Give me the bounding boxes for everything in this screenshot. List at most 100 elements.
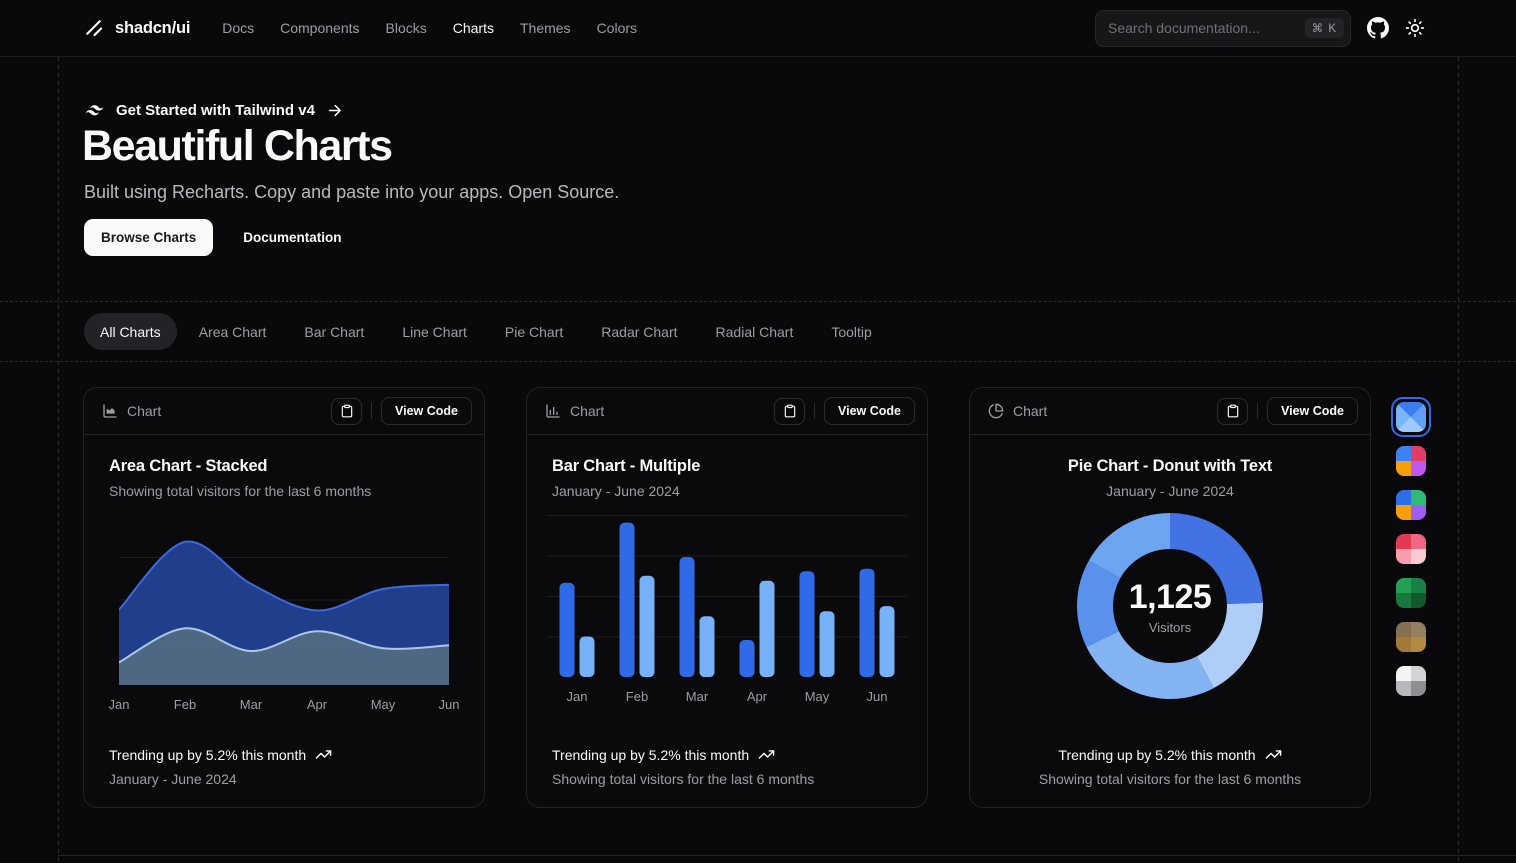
- x-axis-label: Mar: [240, 697, 262, 712]
- toolbar-divider: [371, 403, 372, 419]
- donut-chart-plot: 1,125 Visitors: [1075, 511, 1265, 701]
- tab-line-chart[interactable]: Line Chart: [386, 313, 483, 350]
- card-footer: Trending up by 5.2% this month Showing t…: [552, 746, 902, 787]
- card-toolbar: Chart View Code: [84, 388, 484, 435]
- tab-bar-chart[interactable]: Bar Chart: [288, 313, 380, 350]
- footer-secondary-text: Showing total visitors for the last 6 mo…: [995, 771, 1345, 787]
- chart-area-icon: [102, 403, 118, 419]
- nav-item-charts[interactable]: Charts: [453, 20, 494, 36]
- tab-radar-chart[interactable]: Radar Chart: [585, 313, 693, 350]
- chart-subtitle: Showing total visitors for the last 6 mo…: [109, 483, 459, 499]
- x-axis-label: Apr: [747, 689, 767, 704]
- arrow-right-icon: [326, 102, 343, 119]
- x-axis-label: Feb: [626, 689, 648, 704]
- left-dashed-rail: [58, 57, 59, 863]
- brand-name: shadcn/ui: [115, 19, 190, 38]
- theme-swatch-amber[interactable]: [1396, 622, 1426, 652]
- page-title: Beautiful Charts: [82, 122, 392, 171]
- theme-swatch-rose[interactable]: [1396, 534, 1426, 564]
- page-subtitle: Built using Recharts. Copy and paste int…: [84, 182, 619, 203]
- card-body: Bar Chart - Multiple January - June 2024…: [527, 435, 927, 807]
- card-toolbar: Chart View Code: [970, 388, 1370, 435]
- nav-item-docs[interactable]: Docs: [222, 20, 254, 36]
- x-axis-label: Feb: [174, 697, 196, 712]
- chart-subtitle: January - June 2024: [552, 483, 902, 499]
- clipboard-icon: [783, 404, 797, 418]
- toolbar-actions: View Code: [1217, 397, 1358, 425]
- banner-text: Get Started with Tailwind v4: [116, 102, 315, 119]
- view-code-button[interactable]: View Code: [1267, 397, 1358, 425]
- bar-chart-card: Chart View Code Bar Chart - Multiple Jan…: [526, 387, 928, 808]
- clipboard-icon: [1226, 404, 1240, 418]
- tab-tooltip[interactable]: Tooltip: [815, 313, 887, 350]
- chart-title: Area Chart - Stacked: [109, 457, 459, 476]
- chart-pie-icon: [988, 403, 1004, 419]
- theme-swatch-colorful-green[interactable]: [1396, 490, 1426, 520]
- search-input[interactable]: Search documentation... ⌘ K: [1095, 10, 1351, 47]
- card-toolbar: Chart View Code: [527, 388, 927, 435]
- card-body: Area Chart - Stacked Showing total visit…: [84, 435, 484, 807]
- card-footer: Trending up by 5.2% this month Showing t…: [995, 746, 1345, 787]
- search-shortcut-kbd: ⌘ K: [1305, 18, 1344, 38]
- trending-up-icon: [315, 746, 332, 763]
- chart-cards: Chart View Code Area Chart - Stacked Sho…: [83, 387, 1371, 808]
- tailwind-icon: [84, 100, 105, 121]
- theme-toggle-sun-icon[interactable]: [1405, 18, 1425, 38]
- x-axis-label: Jan: [109, 697, 130, 712]
- x-axis-label: Mar: [686, 689, 708, 704]
- donut-total-label: Visitors: [1149, 620, 1191, 635]
- copy-code-button[interactable]: [331, 398, 362, 425]
- x-axis-label: May: [805, 689, 830, 704]
- view-code-button[interactable]: View Code: [381, 397, 472, 425]
- right-dashed-rail: [1458, 57, 1459, 863]
- theme-swatch-green[interactable]: [1396, 578, 1426, 608]
- top-nav: shadcn/ui Docs Components Blocks Charts …: [0, 0, 1516, 57]
- shadcn-logo-icon: [84, 18, 105, 39]
- bottom-divider: [58, 855, 1516, 856]
- card-toolbar-label: Chart: [1013, 403, 1047, 419]
- area-chart-plot: JanFebMarAprMayJun: [119, 515, 449, 714]
- toolbar-divider: [814, 403, 815, 419]
- card-toolbar-label: Chart: [127, 403, 161, 419]
- github-icon[interactable]: [1367, 17, 1389, 39]
- chart-category-tabs: All Charts Area Chart Bar Chart Line Cha…: [0, 301, 1516, 362]
- x-axis-label: May: [371, 697, 396, 712]
- tab-area-chart[interactable]: Area Chart: [183, 313, 283, 350]
- copy-code-button[interactable]: [1217, 398, 1248, 425]
- trend-text: Trending up by 5.2% this month: [1058, 747, 1255, 763]
- view-code-button[interactable]: View Code: [824, 397, 915, 425]
- theme-swatch-colorful[interactable]: [1396, 446, 1426, 476]
- documentation-button[interactable]: Documentation: [227, 219, 357, 256]
- browse-charts-button[interactable]: Browse Charts: [84, 219, 213, 256]
- nav-item-colors[interactable]: Colors: [597, 20, 637, 36]
- brand[interactable]: shadcn/ui: [84, 18, 190, 39]
- tab-all-charts[interactable]: All Charts: [84, 313, 177, 350]
- chart-column-icon: [545, 403, 561, 419]
- footer-secondary-text: January - June 2024: [109, 771, 459, 787]
- chart-title: Bar Chart - Multiple: [552, 457, 902, 476]
- card-toolbar-label: Chart: [570, 403, 604, 419]
- nav-links: Docs Components Blocks Charts Themes Col…: [222, 20, 637, 36]
- bar-chart-plot: JanFebMarAprMayJun: [547, 515, 907, 706]
- theme-swatch-blue[interactable]: [1396, 402, 1426, 432]
- nav-item-blocks[interactable]: Blocks: [386, 20, 427, 36]
- chart-title: Pie Chart - Donut with Text: [1068, 457, 1272, 476]
- tab-pie-chart[interactable]: Pie Chart: [489, 313, 579, 350]
- search-placeholder: Search documentation...: [1108, 20, 1260, 36]
- nav-item-themes[interactable]: Themes: [520, 20, 571, 36]
- x-axis-label: Jun: [439, 697, 460, 712]
- area-chart-card: Chart View Code Area Chart - Stacked Sho…: [83, 387, 485, 808]
- clipboard-icon: [340, 404, 354, 418]
- nav-item-components[interactable]: Components: [280, 20, 359, 36]
- theme-swatch-picker: [1396, 402, 1426, 696]
- x-axis-label: Jan: [567, 689, 588, 704]
- tab-radial-chart[interactable]: Radial Chart: [700, 313, 810, 350]
- card-body: Pie Chart - Donut with Text January - Ju…: [970, 435, 1370, 807]
- card-footer: Trending up by 5.2% this month January -…: [109, 746, 459, 787]
- toolbar-actions: View Code: [331, 397, 472, 425]
- toolbar-actions: View Code: [774, 397, 915, 425]
- copy-code-button[interactable]: [774, 398, 805, 425]
- theme-swatch-mono[interactable]: [1396, 666, 1426, 696]
- tailwind-banner-link[interactable]: Get Started with Tailwind v4: [84, 100, 343, 121]
- pie-chart-card: Chart View Code Pie Chart - Donut with T…: [969, 387, 1371, 808]
